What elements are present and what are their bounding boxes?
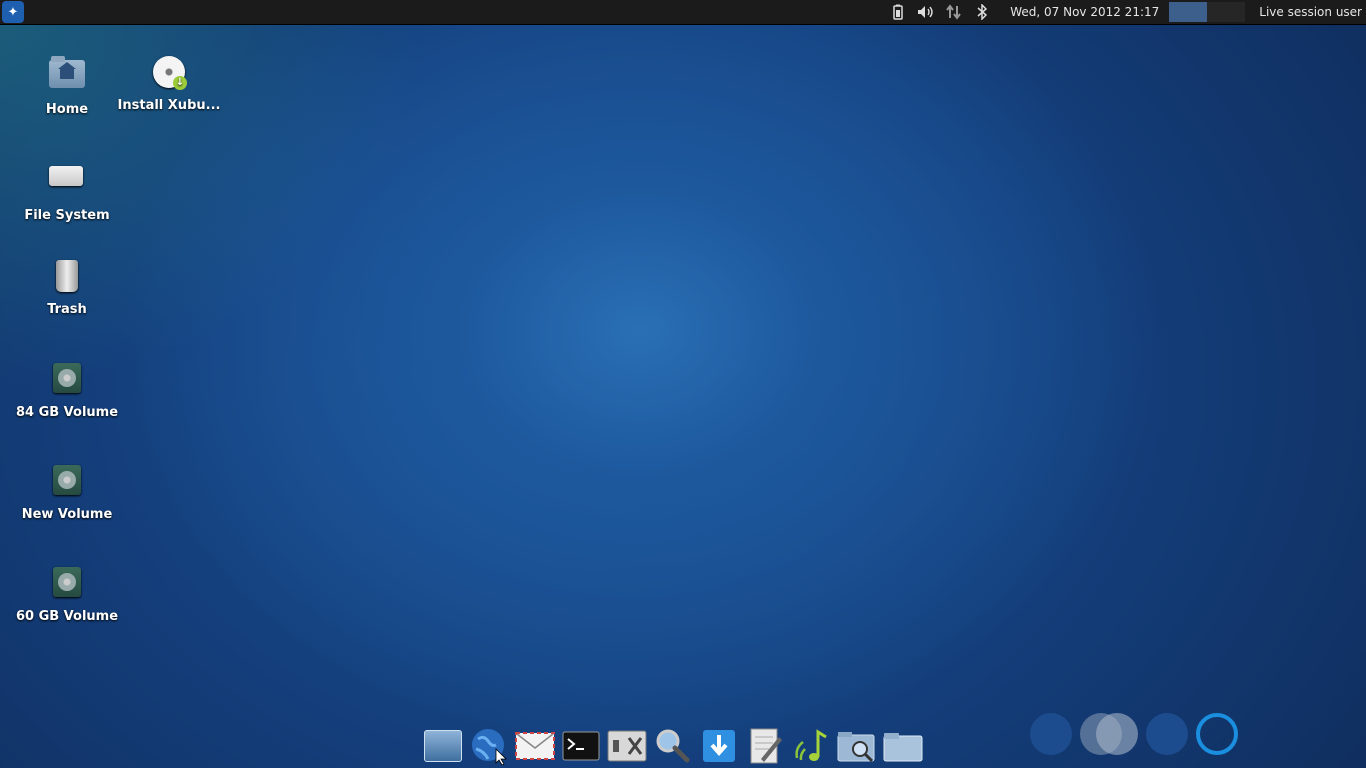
settings-icon[interactable] bbox=[607, 726, 647, 766]
desktop-icon-home[interactable]: Home bbox=[12, 54, 122, 117]
download-icon[interactable] bbox=[699, 726, 739, 766]
desktop-icon-60gb-volume[interactable]: 60 GB Volume bbox=[12, 564, 122, 624]
volume-icon bbox=[49, 567, 85, 603]
install-disc-icon: ↓ bbox=[151, 56, 187, 92]
home-folder-icon bbox=[49, 56, 85, 96]
desktop-icon-label: New Volume bbox=[21, 507, 113, 522]
workspace-1[interactable] bbox=[1169, 2, 1208, 22]
top-panel: ✦ Wed, 07 Nov 2012 21:17 Live session us… bbox=[0, 0, 1366, 25]
folder-icon[interactable] bbox=[883, 726, 923, 766]
desktop-icon-label: File System bbox=[24, 208, 110, 223]
desktop-icon-label: Trash bbox=[47, 302, 87, 317]
overlapping-circles-mark bbox=[1080, 713, 1138, 755]
volume-icon bbox=[49, 363, 85, 399]
desktop-icon-new-volume[interactable]: New Volume bbox=[12, 462, 122, 522]
desktop-icon-label: Home bbox=[45, 102, 89, 117]
xfce-mouse-icon: ✦ bbox=[7, 4, 19, 20]
workspace-2[interactable] bbox=[1207, 2, 1246, 22]
decorative-circles bbox=[1030, 711, 1238, 757]
desktop-icon-label: Install Xubu... bbox=[117, 98, 221, 113]
circle-mark bbox=[1146, 713, 1188, 755]
trash-icon bbox=[49, 260, 85, 296]
desktop-icon-label: 60 GB Volume bbox=[15, 609, 119, 624]
bluetooth-icon[interactable] bbox=[972, 2, 992, 22]
system-tray: Wed, 07 Nov 2012 21:17 Live session user bbox=[884, 0, 1366, 24]
desktop-icon-trash[interactable]: Trash bbox=[12, 258, 122, 317]
text-editor-icon[interactable] bbox=[745, 726, 785, 766]
workspace-switcher[interactable] bbox=[1169, 2, 1246, 22]
show-desktop-icon[interactable] bbox=[423, 726, 463, 766]
desktop-icon-label: 84 GB Volume bbox=[15, 405, 119, 420]
volume-icon bbox=[49, 465, 85, 501]
battery-icon[interactable] bbox=[888, 2, 908, 22]
mail-icon[interactable] bbox=[515, 726, 555, 766]
desktop-icon-install[interactable]: ↓ Install Xubu... bbox=[114, 54, 224, 113]
circle-mark bbox=[1030, 713, 1072, 755]
applications-menu-button[interactable]: ✦ bbox=[2, 1, 24, 23]
network-icon[interactable] bbox=[944, 2, 964, 22]
file-search-icon[interactable] bbox=[837, 726, 877, 766]
volume-icon[interactable] bbox=[916, 2, 936, 22]
bottom-dock bbox=[420, 724, 926, 768]
ring-mark bbox=[1196, 713, 1238, 755]
search-icon[interactable] bbox=[653, 726, 693, 766]
terminal-icon[interactable] bbox=[561, 726, 601, 766]
desktop-icon-84gb-volume[interactable]: 84 GB Volume bbox=[12, 360, 122, 420]
desktop-icon-file-system[interactable]: File System bbox=[12, 156, 122, 223]
clock[interactable]: Wed, 07 Nov 2012 21:17 bbox=[1010, 5, 1159, 19]
web-browser-icon[interactable] bbox=[469, 726, 509, 766]
hard-drive-icon bbox=[49, 166, 85, 202]
user-menu[interactable]: Live session user bbox=[1259, 5, 1362, 19]
media-player-icon[interactable] bbox=[791, 726, 831, 766]
